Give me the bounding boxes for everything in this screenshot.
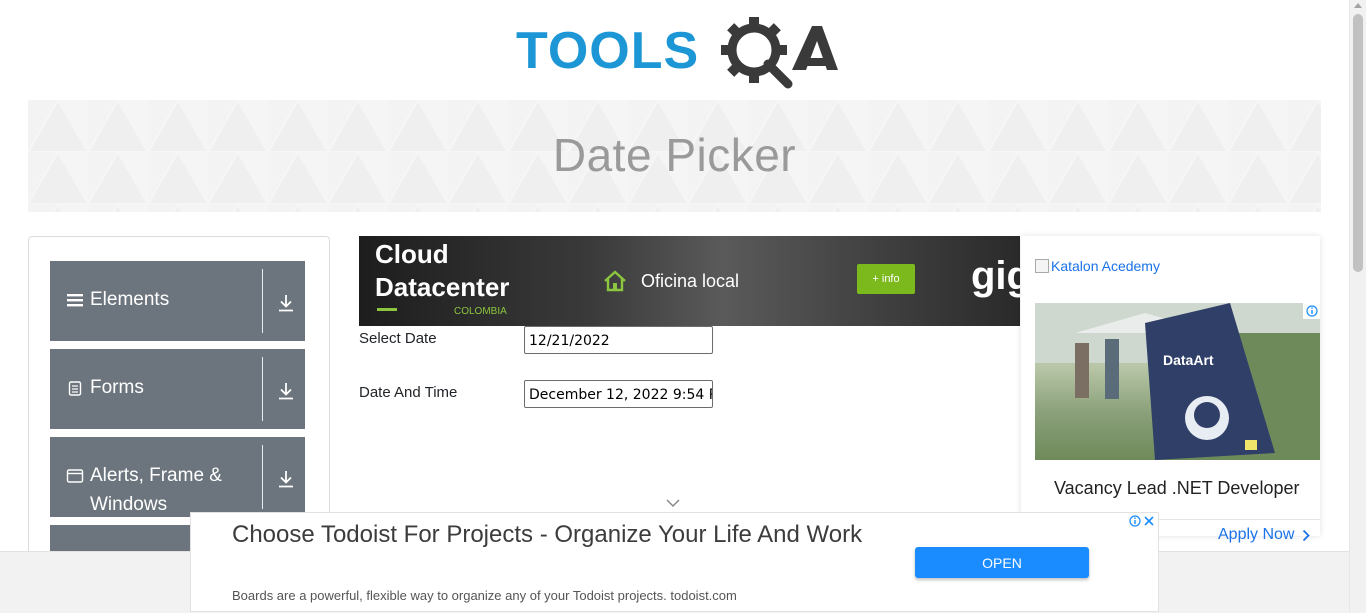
divider (262, 445, 263, 509)
vertical-scrollbar[interactable] (1349, 0, 1366, 612)
ad-country: COLOMBIA (454, 306, 507, 317)
download-arrow-icon[interactable] (276, 381, 296, 401)
date-time-label: Date And Time (359, 384, 458, 401)
right-ad[interactable]: Katalon Acedemy DataArt Vacancy Lead .NE… (1021, 236, 1320, 536)
select-date-label: Select Date (359, 330, 437, 347)
sidebar-group-alerts[interactable]: Alerts, Frame & Windows (50, 437, 305, 517)
sidebar-group-elements[interactable]: Elements (50, 261, 305, 341)
date-time-input[interactable]: December 12, 2022 9:54 PM (524, 380, 713, 408)
ad-headline[interactable]: Choose Todoist For Projects - Organize Y… (232, 519, 892, 551)
chevron-right-icon (1303, 529, 1311, 541)
close-icon[interactable] (1143, 515, 1155, 527)
home-icon (604, 270, 626, 292)
ad-brand: gig (971, 254, 1020, 298)
hamburger-icon (67, 294, 83, 307)
top-ad-banner[interactable]: Cloud Datacenter COLOMBIA Oficina local … (359, 236, 1020, 326)
ad-title-line1: Cloud (375, 239, 449, 269)
ad-title-line2: Datacenter (375, 272, 510, 302)
katalon-image-link[interactable]: Katalon Acedemy (1035, 258, 1160, 274)
scroll-up-icon[interactable] (1354, 3, 1362, 8)
divider (262, 269, 263, 333)
info-icon[interactable] (1129, 515, 1141, 527)
sidebar-group-label: Elements (90, 289, 170, 310)
toolsqa-logo[interactable]: TOOLS (516, 14, 838, 90)
open-button[interactable]: OPEN (915, 547, 1089, 578)
sidebar-group-label: Alerts, Frame & Windows (90, 465, 222, 515)
bottom-ad[interactable]: Choose Todoist For Projects - Organize Y… (190, 512, 1159, 612)
page-title: Date Picker (552, 129, 797, 181)
sidebar-group-label: Forms (90, 377, 144, 398)
apply-now-link[interactable]: Apply Now (1218, 526, 1311, 544)
sidebar-group-forms-label-wrap: Forms (66, 373, 256, 402)
ad-photo[interactable]: DataArt (1035, 303, 1320, 460)
select-date-input[interactable]: 12/21/2022 (524, 326, 713, 354)
ad-title: Cloud Datacenter (375, 238, 509, 304)
ad-subtext: Boards are a powerful, flexible way to o… (232, 588, 737, 603)
sidebar-group-elements-label-wrap: Elements (66, 285, 256, 314)
logo-text-tools: TOOLS (516, 22, 699, 80)
broken-image-icon (1035, 259, 1049, 273)
apply-now-label: Apply Now (1218, 526, 1295, 543)
adchoices-badge[interactable] (1126, 513, 1158, 529)
sidebar-group-forms[interactable]: Forms (50, 349, 305, 429)
page-banner: Date Picker (28, 100, 1321, 212)
sidebar-group-alerts-label-wrap: Alerts, Frame & Windows (66, 461, 256, 519)
toolsqa-logo-icon: TOOLS (516, 17, 838, 89)
katalon-image-alt: Katalon Acedemy (1051, 258, 1160, 274)
window-icon (66, 469, 84, 483)
scrollbar-thumb[interactable] (1353, 14, 1363, 272)
ad-info-button[interactable]: + info (857, 264, 915, 294)
download-arrow-icon[interactable] (276, 293, 296, 313)
info-icon[interactable] (1306, 305, 1318, 317)
photo-illustration-icon: DataArt (1035, 303, 1320, 460)
photo-brand-text: DataArt (1163, 352, 1214, 368)
document-icon (68, 381, 82, 396)
ad-office: Oficina local (641, 271, 740, 291)
job-title[interactable]: Vacancy Lead .NET Developer (1054, 478, 1299, 499)
ad-accent-line (377, 308, 397, 311)
download-arrow-icon[interactable] (276, 469, 296, 489)
divider (262, 357, 263, 421)
adchoices-badge[interactable] (1303, 303, 1320, 319)
chevron-down-icon[interactable] (666, 498, 680, 508)
